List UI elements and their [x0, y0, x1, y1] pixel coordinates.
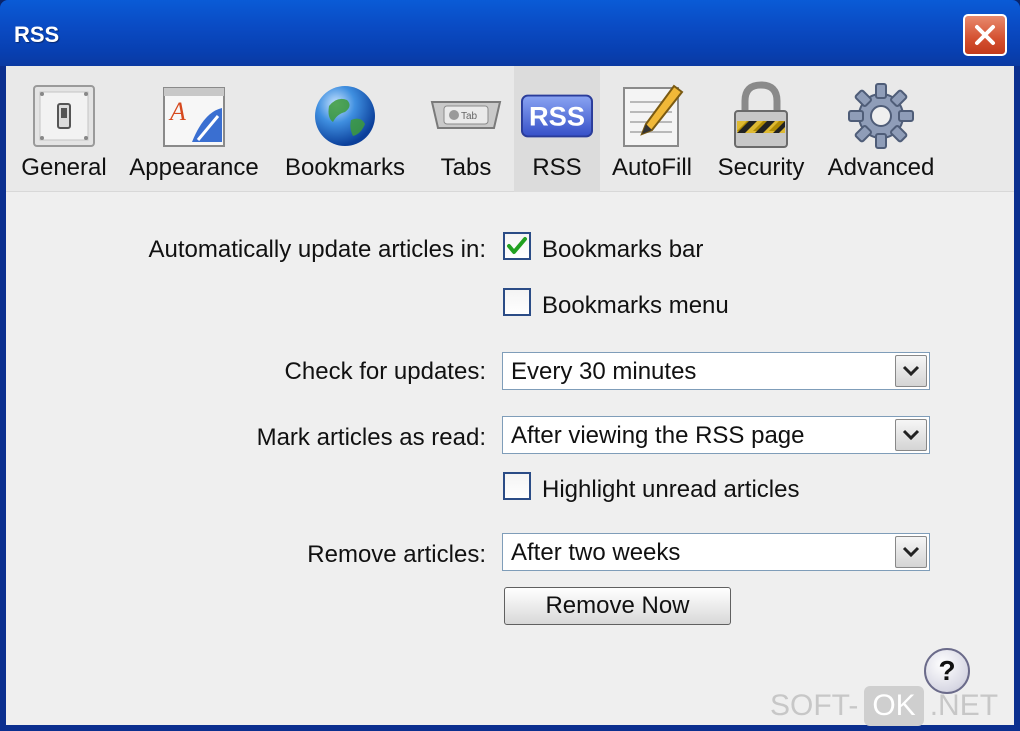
remove-now-button[interactable]: Remove Now [504, 587, 731, 625]
gear-icon [845, 80, 917, 152]
check-updates-label: Check for updates: [284, 358, 486, 385]
tab-label: General [21, 154, 107, 181]
globe-icon [309, 80, 381, 152]
tab-label: Tabs [440, 154, 492, 181]
autofill-icon [616, 80, 688, 152]
watermark-suffix: .NET [929, 689, 999, 722]
bookmarks-menu-label: Bookmarks menu [542, 292, 729, 319]
tab-rss[interactable]: RSS RSS [514, 66, 600, 192]
tab-bookmarks[interactable]: Bookmarks [280, 66, 410, 192]
mark-read-label: Mark articles as read: [256, 424, 486, 451]
tab-autofill[interactable]: AutoFill [606, 66, 698, 192]
tab-label: RSS [532, 154, 582, 181]
watermark-box: OK [864, 686, 924, 726]
preferences-content: General A Appearance Bookmarks Tab Tabs … [6, 66, 1014, 725]
chevron-down-icon [902, 365, 920, 377]
tab-advanced[interactable]: Advanced [820, 66, 942, 192]
dropdown-button[interactable] [895, 419, 927, 451]
check-updates-select[interactable]: Every 30 minutes [502, 352, 930, 390]
rss-icon: RSS [521, 80, 593, 152]
tab-label: Advanced [827, 154, 935, 181]
title-bar[interactable]: RSS [0, 0, 1020, 66]
remove-articles-value: After two weeks [511, 539, 681, 566]
bookmarks-bar-label: Bookmarks bar [542, 236, 704, 263]
tabs-icon: Tab [430, 80, 502, 152]
tab-security[interactable]: Security [710, 66, 812, 192]
check-mark-icon [507, 237, 527, 254]
lock-icon [725, 80, 797, 152]
window-title: RSS [14, 22, 60, 47]
watermark: SOFT- OK .NET [770, 686, 998, 726]
tab-tabs[interactable]: Tab Tabs [424, 66, 508, 192]
general-switch-icon [28, 80, 100, 152]
preferences-toolbar: General A Appearance Bookmarks Tab Tabs … [6, 66, 1014, 192]
svg-text:A: A [168, 97, 186, 126]
bookmarks-menu-checkbox[interactable] [503, 288, 531, 316]
mark-read-value: After viewing the RSS page [511, 422, 805, 449]
tab-label: AutoFill [611, 154, 693, 181]
highlight-unread-checkbox[interactable] [503, 472, 531, 500]
dropdown-button[interactable] [895, 536, 927, 568]
check-updates-value: Every 30 minutes [511, 358, 697, 385]
preferences-window: RSS General A Appearance Bookmarks Tab T… [0, 0, 1020, 731]
tab-appearance[interactable]: A Appearance [126, 66, 262, 192]
mark-read-select[interactable]: After viewing the RSS page [502, 416, 930, 454]
chevron-down-icon [902, 546, 920, 558]
appearance-icon: A [158, 80, 230, 152]
tab-label: Security [717, 154, 805, 181]
dropdown-button[interactable] [895, 355, 927, 387]
tab-general[interactable]: General [14, 66, 114, 192]
watermark-prefix: SOFT- [770, 689, 859, 722]
svg-text:RSS: RSS [529, 101, 585, 132]
bookmarks-bar-checkbox[interactable] [503, 232, 531, 260]
remove-articles-select[interactable]: After two weeks [502, 533, 930, 571]
svg-text:Tab: Tab [461, 111, 478, 122]
highlight-unread-label: Highlight unread articles [542, 476, 800, 503]
close-icon [975, 25, 995, 45]
remove-articles-label: Remove articles: [307, 541, 486, 568]
chevron-down-icon [902, 429, 920, 441]
auto-update-label: Automatically update articles in: [148, 236, 487, 263]
tab-label: Appearance [129, 154, 259, 181]
close-button[interactable] [963, 14, 1007, 56]
tab-label: Bookmarks [284, 154, 406, 181]
